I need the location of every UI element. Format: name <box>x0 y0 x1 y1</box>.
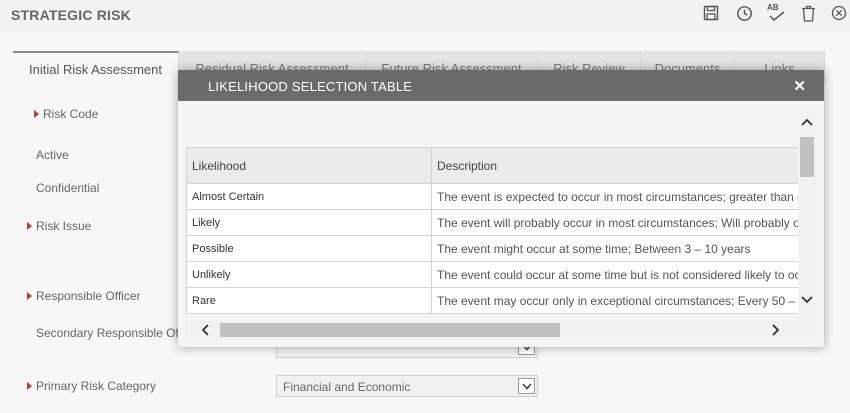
required-marker <box>27 292 32 300</box>
description-cell[interactable]: The event may occur only in exceptional … <box>431 287 798 314</box>
vertical-scroll-thumb[interactable] <box>800 137 814 177</box>
tab-initial-risk-assessment[interactable]: Initial Risk Assessment <box>13 51 179 84</box>
likelihood-table-viewport: Likelihood Description Almost Certain Th… <box>186 147 798 314</box>
risk-code-label: Risk Code <box>43 107 99 121</box>
spellcheck-icon[interactable]: AB <box>765 3 787 23</box>
vertical-scrollbar[interactable] <box>798 112 816 326</box>
table-row[interactable]: Likely The event will probably occur in … <box>186 209 798 236</box>
column-header-likelihood: Likelihood <box>186 147 432 184</box>
primary-risk-category-label: Primary Risk Category <box>36 379 157 393</box>
scroll-down-icon[interactable] <box>801 292 813 307</box>
history-icon[interactable] <box>734 3 754 23</box>
likelihood-cell[interactable]: Unlikely <box>186 261 432 288</box>
responsible-officer-label: Responsible Officer <box>36 289 141 303</box>
likelihood-cell[interactable]: Rare <box>186 287 432 314</box>
likelihood-table: Likelihood Description Almost Certain Th… <box>186 147 798 314</box>
description-cell[interactable]: The event might occur at some time; Betw… <box>431 235 798 262</box>
horizontal-scrollbar[interactable] <box>186 320 816 340</box>
likelihood-cell[interactable]: Likely <box>186 209 432 236</box>
description-cell[interactable]: The event is expected to occur in most c… <box>431 183 798 210</box>
table-row[interactable]: Rare The event may occur only in excepti… <box>186 287 798 314</box>
primary-risk-category-select[interactable]: Financial and Economic <box>276 375 538 397</box>
table-row[interactable]: Unlikely The event could occur at some t… <box>186 261 798 288</box>
description-cell[interactable]: The event could occur at some time but i… <box>431 261 798 288</box>
modal-header: LIKELIHOOD SELECTION TABLE ✕ <box>178 70 824 101</box>
scroll-up-icon[interactable] <box>801 114 813 129</box>
scroll-right-icon[interactable] <box>772 324 780 339</box>
page-title: STRATEGIC RISK <box>11 7 131 23</box>
horizontal-scroll-thumb[interactable] <box>220 323 560 337</box>
chevron-down-icon[interactable] <box>518 378 535 394</box>
table-row[interactable]: Possible The event might occur at some t… <box>186 235 798 262</box>
primary-risk-category-value: Financial and Economic <box>283 380 411 394</box>
page-header: STRATEGIC RISK AB <box>0 0 850 34</box>
confidential-label: Confidential <box>36 181 100 195</box>
trash-icon[interactable] <box>798 3 818 23</box>
table-header-row: Likelihood Description <box>186 147 798 184</box>
modal-title: LIKELIHOOD SELECTION TABLE <box>208 79 413 94</box>
required-marker <box>27 222 32 230</box>
required-marker <box>27 382 32 390</box>
likelihood-cell[interactable]: Possible <box>186 235 432 262</box>
active-label: Active <box>36 148 69 162</box>
close-circle-icon[interactable] <box>829 3 849 23</box>
column-header-description: Description <box>431 147 798 184</box>
risk-issue-label: Risk Issue <box>36 219 92 233</box>
modal-close-icon[interactable]: ✕ <box>793 77 806 95</box>
table-row[interactable]: Almost Certain The event is expected to … <box>186 183 798 210</box>
likelihood-cell[interactable]: Almost Certain <box>186 183 432 210</box>
secondary-responsible-officer-label: Secondary Responsible Officer <box>36 326 202 340</box>
save-icon[interactable] <box>701 3 721 23</box>
description-cell[interactable]: The event will probably occur in most ci… <box>431 209 798 236</box>
likelihood-modal: LIKELIHOOD SELECTION TABLE ✕ Likelihood … <box>178 70 824 347</box>
scroll-left-icon[interactable] <box>201 324 209 339</box>
required-marker <box>34 110 39 118</box>
